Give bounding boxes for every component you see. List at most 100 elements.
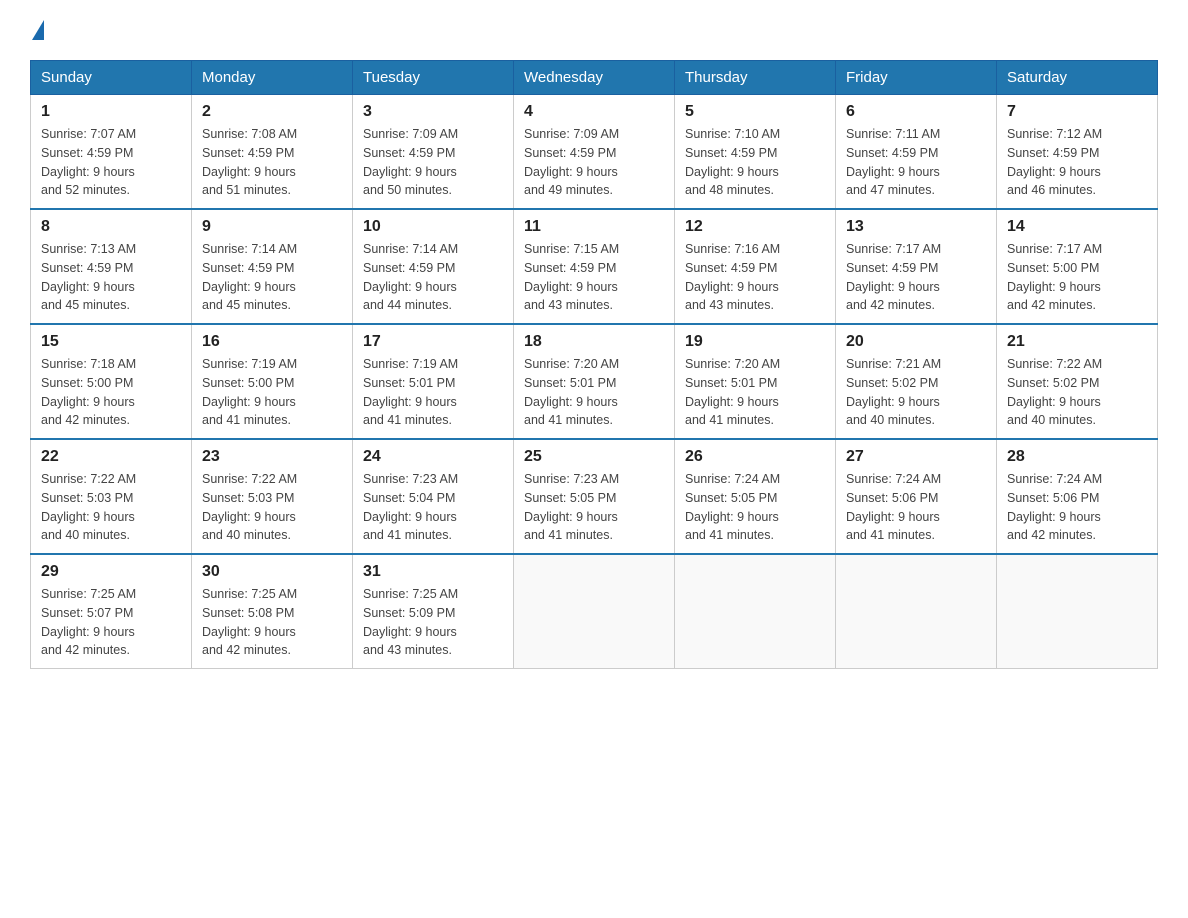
day-number: 26 (685, 448, 825, 466)
day-number: 21 (1007, 333, 1147, 351)
day-of-week-header: Tuesday (353, 61, 514, 95)
day-of-week-header: Monday (192, 61, 353, 95)
day-number: 5 (685, 103, 825, 121)
day-number: 2 (202, 103, 342, 121)
day-number: 1 (41, 103, 181, 121)
day-number: 19 (685, 333, 825, 351)
day-info: Sunrise: 7:18 AMSunset: 5:00 PMDaylight:… (41, 355, 181, 430)
day-info: Sunrise: 7:22 AMSunset: 5:02 PMDaylight:… (1007, 355, 1147, 430)
day-info: Sunrise: 7:22 AMSunset: 5:03 PMDaylight:… (41, 470, 181, 545)
day-of-week-header: Saturday (997, 61, 1158, 95)
calendar-cell: 29 Sunrise: 7:25 AMSunset: 5:07 PMDayligh… (31, 554, 192, 669)
day-number: 11 (524, 218, 664, 236)
day-info: Sunrise: 7:13 AMSunset: 4:59 PMDaylight:… (41, 240, 181, 315)
day-of-week-header: Friday (836, 61, 997, 95)
calendar-cell: 22 Sunrise: 7:22 AMSunset: 5:03 PMDayligh… (31, 439, 192, 554)
calendar-cell: 8 Sunrise: 7:13 AMSunset: 4:59 PMDaylight… (31, 209, 192, 324)
calendar-cell: 4 Sunrise: 7:09 AMSunset: 4:59 PMDaylight… (514, 95, 675, 210)
day-info: Sunrise: 7:23 AMSunset: 5:04 PMDaylight:… (363, 470, 503, 545)
calendar-cell: 17 Sunrise: 7:19 AMSunset: 5:01 PMDayligh… (353, 324, 514, 439)
calendar-cell: 31 Sunrise: 7:25 AMSunset: 5:09 PMDayligh… (353, 554, 514, 669)
day-info: Sunrise: 7:14 AMSunset: 4:59 PMDaylight:… (363, 240, 503, 315)
day-info: Sunrise: 7:20 AMSunset: 5:01 PMDaylight:… (524, 355, 664, 430)
day-number: 17 (363, 333, 503, 351)
calendar-cell: 12 Sunrise: 7:16 AMSunset: 4:59 PMDayligh… (675, 209, 836, 324)
calendar-cell: 7Sunrise: 7:12 AMSunset: 4:59 PMDaylight… (997, 95, 1158, 210)
day-number: 20 (846, 333, 986, 351)
day-number: 27 (846, 448, 986, 466)
day-info: Sunrise: 7:11 AMSunset: 4:59 PMDaylight:… (846, 125, 986, 200)
day-info: Sunrise: 7:16 AMSunset: 4:59 PMDaylight:… (685, 240, 825, 315)
day-info: Sunrise: 7:22 AMSunset: 5:03 PMDaylight:… (202, 470, 342, 545)
day-info: Sunrise: 7:25 AMSunset: 5:08 PMDaylight:… (202, 585, 342, 660)
day-of-week-header: Thursday (675, 61, 836, 95)
calendar-cell: 27 Sunrise: 7:24 AMSunset: 5:06 PMDayligh… (836, 439, 997, 554)
calendar-cell: 25Sunrise: 7:23 AMSunset: 5:05 PMDayligh… (514, 439, 675, 554)
calendar-cell: 26 Sunrise: 7:24 AMSunset: 5:05 PMDayligh… (675, 439, 836, 554)
calendar-cell: 10 Sunrise: 7:14 AMSunset: 4:59 PMDayligh… (353, 209, 514, 324)
calendar-week-row: 15 Sunrise: 7:18 AMSunset: 5:00 PMDayligh… (31, 324, 1158, 439)
calendar-cell: 15 Sunrise: 7:18 AMSunset: 5:00 PMDayligh… (31, 324, 192, 439)
day-of-week-header: Wednesday (514, 61, 675, 95)
day-info: Sunrise: 7:24 AMSunset: 5:06 PMDaylight:… (846, 470, 986, 545)
day-number: 4 (524, 103, 664, 121)
calendar-cell: 16 Sunrise: 7:19 AMSunset: 5:00 PMDayligh… (192, 324, 353, 439)
day-info: Sunrise: 7:12 AMSunset: 4:59 PMDaylight:… (1007, 125, 1147, 200)
day-info: Sunrise: 7:15 AMSunset: 4:59 PMDaylight:… (524, 240, 664, 315)
calendar-table: SundayMondayTuesdayWednesdayThursdayFrid… (30, 60, 1158, 669)
day-number: 15 (41, 333, 181, 351)
day-info: Sunrise: 7:24 AMSunset: 5:06 PMDaylight:… (1007, 470, 1147, 545)
day-info: Sunrise: 7:21 AMSunset: 5:02 PMDaylight:… (846, 355, 986, 430)
day-info: Sunrise: 7:17 AMSunset: 5:00 PMDaylight:… (1007, 240, 1147, 315)
day-number: 28 (1007, 448, 1147, 466)
day-number: 29 (41, 563, 181, 581)
day-info: Sunrise: 7:17 AMSunset: 4:59 PMDaylight:… (846, 240, 986, 315)
day-number: 24 (363, 448, 503, 466)
day-info: Sunrise: 7:25 AMSunset: 5:09 PMDaylight:… (363, 585, 503, 660)
day-info: Sunrise: 7:24 AMSunset: 5:05 PMDaylight:… (685, 470, 825, 545)
calendar-week-row: 22 Sunrise: 7:22 AMSunset: 5:03 PMDayligh… (31, 439, 1158, 554)
calendar-week-row: 29 Sunrise: 7:25 AMSunset: 5:07 PMDayligh… (31, 554, 1158, 669)
calendar-cell: 30 Sunrise: 7:25 AMSunset: 5:08 PMDayligh… (192, 554, 353, 669)
calendar-cell: 21 Sunrise: 7:22 AMSunset: 5:02 PMDayligh… (997, 324, 1158, 439)
day-number: 14 (1007, 218, 1147, 236)
calendar-week-row: 1 Sunrise: 7:07 AMSunset: 4:59 PMDaylight… (31, 95, 1158, 210)
calendar-cell (836, 554, 997, 669)
day-number: 9 (202, 218, 342, 236)
day-number: 13 (846, 218, 986, 236)
day-info: Sunrise: 7:20 AMSunset: 5:01 PMDaylight:… (685, 355, 825, 430)
logo (30, 20, 46, 40)
day-of-week-header: Sunday (31, 61, 192, 95)
day-number: 18 (524, 333, 664, 351)
calendar-cell: 11 Sunrise: 7:15 AMSunset: 4:59 PMDayligh… (514, 209, 675, 324)
calendar-cell: 1 Sunrise: 7:07 AMSunset: 4:59 PMDaylight… (31, 95, 192, 210)
calendar-week-row: 8 Sunrise: 7:13 AMSunset: 4:59 PMDaylight… (31, 209, 1158, 324)
calendar-cell: 3Sunrise: 7:09 AMSunset: 4:59 PMDaylight… (353, 95, 514, 210)
day-number: 8 (41, 218, 181, 236)
day-info: Sunrise: 7:10 AMSunset: 4:59 PMDaylight:… (685, 125, 825, 200)
day-number: 22 (41, 448, 181, 466)
calendar-cell: 24 Sunrise: 7:23 AMSunset: 5:04 PMDayligh… (353, 439, 514, 554)
day-number: 12 (685, 218, 825, 236)
calendar-cell: 19 Sunrise: 7:20 AMSunset: 5:01 PMDayligh… (675, 324, 836, 439)
logo-triangle-icon (32, 20, 44, 40)
day-info: Sunrise: 7:19 AMSunset: 5:01 PMDaylight:… (363, 355, 503, 430)
page-header (30, 20, 1158, 40)
day-number: 6 (846, 103, 986, 121)
day-number: 31 (363, 563, 503, 581)
day-info: Sunrise: 7:08 AMSunset: 4:59 PMDaylight:… (202, 125, 342, 200)
day-info: Sunrise: 7:19 AMSunset: 5:00 PMDaylight:… (202, 355, 342, 430)
day-number: 30 (202, 563, 342, 581)
day-info: Sunrise: 7:14 AMSunset: 4:59 PMDaylight:… (202, 240, 342, 315)
calendar-header-row: SundayMondayTuesdayWednesdayThursdayFrid… (31, 61, 1158, 95)
calendar-cell: 28 Sunrise: 7:24 AMSunset: 5:06 PMDayligh… (997, 439, 1158, 554)
day-number: 10 (363, 218, 503, 236)
calendar-cell (997, 554, 1158, 669)
calendar-cell: 2 Sunrise: 7:08 AMSunset: 4:59 PMDaylight… (192, 95, 353, 210)
day-info: Sunrise: 7:07 AMSunset: 4:59 PMDaylight:… (41, 125, 181, 200)
calendar-cell: 13 Sunrise: 7:17 AMSunset: 4:59 PMDayligh… (836, 209, 997, 324)
day-info: Sunrise: 7:25 AMSunset: 5:07 PMDaylight:… (41, 585, 181, 660)
calendar-cell (675, 554, 836, 669)
day-info: Sunrise: 7:09 AMSunset: 4:59 PMDaylight:… (524, 125, 664, 200)
day-number: 16 (202, 333, 342, 351)
